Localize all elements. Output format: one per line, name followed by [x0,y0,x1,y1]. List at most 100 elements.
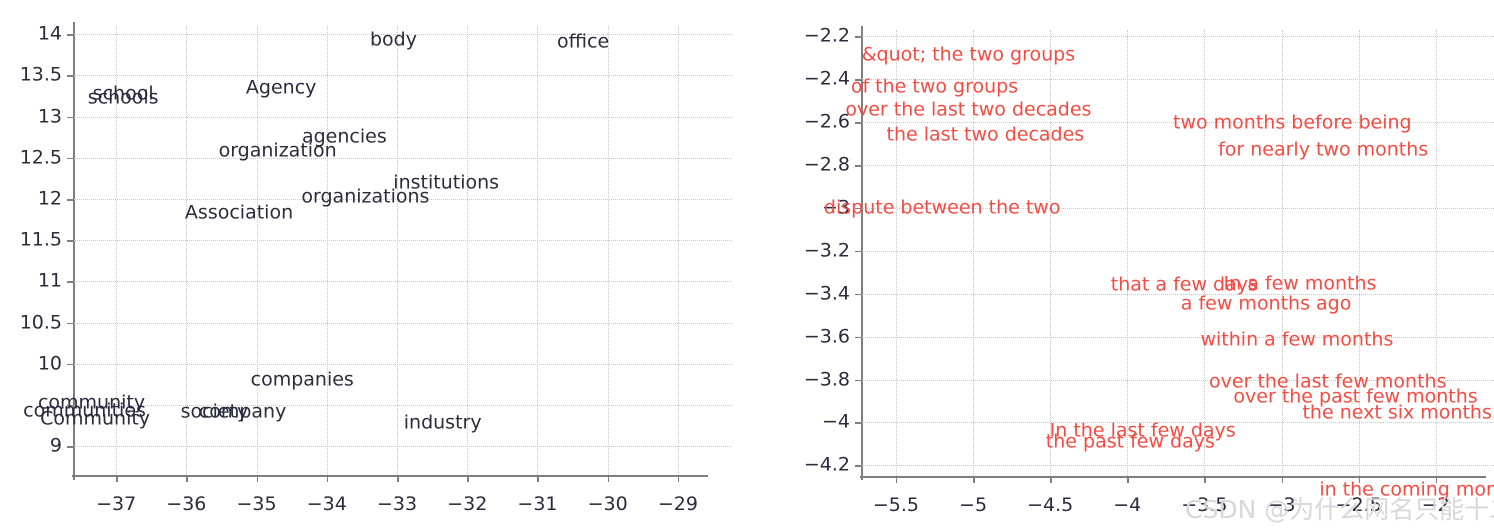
y-axis-tick-label: 10.5 [19,311,62,334]
y-axis-tick [67,281,73,283]
x-axis-tick-label: −31 [517,493,558,515]
y-axis-tick [67,34,73,36]
y-axis-tick-label: −3.6 [803,325,850,348]
x-axis-tick [973,477,975,483]
x-axis-tick [537,476,539,482]
y-axis-tick-label: 14 [37,22,62,45]
right-x-axis [860,476,1486,478]
word-label: of the two groups [850,75,1019,98]
y-axis-tick [855,36,861,38]
y-axis-tick-label: 11 [37,269,62,292]
x-axis-tick-label: −5 [959,494,988,516]
y-axis-tick [67,75,73,77]
y-axis-tick [855,293,861,296]
x-axis-tick-label: −35 [236,493,277,515]
word-label: body [370,28,417,51]
scatter-plot-right: −4.2 −4 −3.8 −3.6 −3.4 −3.2 −3 −2.8 −2.6 −2.4 −2.2… [754,0,1494,528]
gridline-horizontal [862,336,1494,338]
word-label: over the last two decades [845,98,1092,121]
gridline-horizontal [74,446,732,448]
word-label: two months before being [1173,111,1412,134]
gridline-vertical [1281,30,1283,476]
y-axis-tick [67,240,73,242]
x-axis-tick [1050,477,1052,483]
y-axis-tick [67,363,73,366]
gridline-horizontal [74,240,732,242]
x-axis-tick-label: −32 [447,493,488,515]
y-axis-tick-label: 11.5 [19,228,62,251]
word-label: organizations [301,185,430,208]
gridline-horizontal [862,36,1494,38]
x-axis-tick [186,476,188,482]
word-label: the past few days [1045,430,1215,453]
x-axis-tick [397,476,399,482]
x-axis-tick [895,477,898,483]
gridline-vertical [1127,30,1129,476]
word-label: the next six months [1302,401,1492,424]
word-label: Community [40,407,151,430]
y-axis-tick [67,199,73,201]
word-label: Agency [245,76,317,99]
y-axis-tick-label: −2.8 [803,153,850,176]
y-axis-tick-label: 13.5 [19,63,62,86]
gridline-horizontal [74,322,732,324]
word-label: company [198,400,287,423]
x-axis-tick [256,476,259,482]
y-axis-tick [855,379,861,381]
gridline-horizontal [862,465,1494,467]
word-label: companies [250,368,354,391]
x-axis-tick-label: −4.5 [1027,494,1074,516]
y-axis-tick-label: −2.2 [803,24,850,47]
x-axis-tick-label: −4 [1113,494,1142,516]
gridline-vertical [467,26,469,475]
x-axis-tick-label: −30 [587,493,628,515]
gridline-horizontal [74,281,732,283]
x-axis-tick [326,476,329,482]
gridline-horizontal [862,165,1494,167]
word-label: organization [218,139,337,162]
x-axis-tick [677,476,680,482]
x-axis-tick [1127,477,1129,483]
y-axis-tick-label: 12 [37,187,62,210]
y-axis-tick-label: −2.4 [803,67,850,90]
y-axis-tick-label: −4.2 [803,453,850,476]
gridline-vertical [326,26,328,475]
word-label: for nearly two months [1218,138,1429,161]
gridline-horizontal [74,363,732,365]
y-axis-tick [855,422,861,424]
y-axis-tick-label: −4 [821,410,850,433]
word-label: &quot; the two groups [861,43,1076,66]
x-axis-tick [467,476,469,482]
gridline-horizontal [74,404,732,406]
y-axis-tick [855,336,861,339]
gridline-vertical [607,26,609,475]
left-x-axis [72,475,708,477]
gridline-horizontal [74,75,732,77]
y-axis-tick-label: 13 [37,105,62,128]
x-axis-tick-label: −5.5 [872,494,919,516]
word-label: In a few months [1223,272,1377,295]
word-label: a few months ago [1180,292,1352,315]
x-axis-tick [1281,477,1283,483]
y-axis-tick-label: 10 [37,352,62,375]
y-axis-tick-label: 9 [49,434,62,457]
y-axis-tick [67,157,73,160]
x-axis-tick-label: −29 [657,493,698,515]
word-label: industry [403,411,482,434]
gridline-vertical [677,26,679,475]
word-label: Association [184,201,294,224]
word-label: the last two decades [886,123,1085,146]
gridline-vertical [1050,30,1052,476]
y-axis-tick [855,165,861,167]
x-axis-tick-label: −36 [166,493,207,515]
gridline-vertical [1204,30,1206,476]
y-axis-tick [855,250,861,253]
x-axis-tick [116,476,118,482]
word-label: office [557,30,610,53]
gridline-horizontal [862,250,1494,252]
gridline-vertical [397,26,399,475]
x-axis-tick-label: −33 [376,493,418,515]
x-axis-tick-label: −34 [306,493,347,515]
scatter-plot-left: 9 10 10.5 11 11.5 12 12.5 13 13.5 14 −37 −36 −35 −34 −… [0,0,740,528]
word-label: dispute between the two [823,196,1061,219]
